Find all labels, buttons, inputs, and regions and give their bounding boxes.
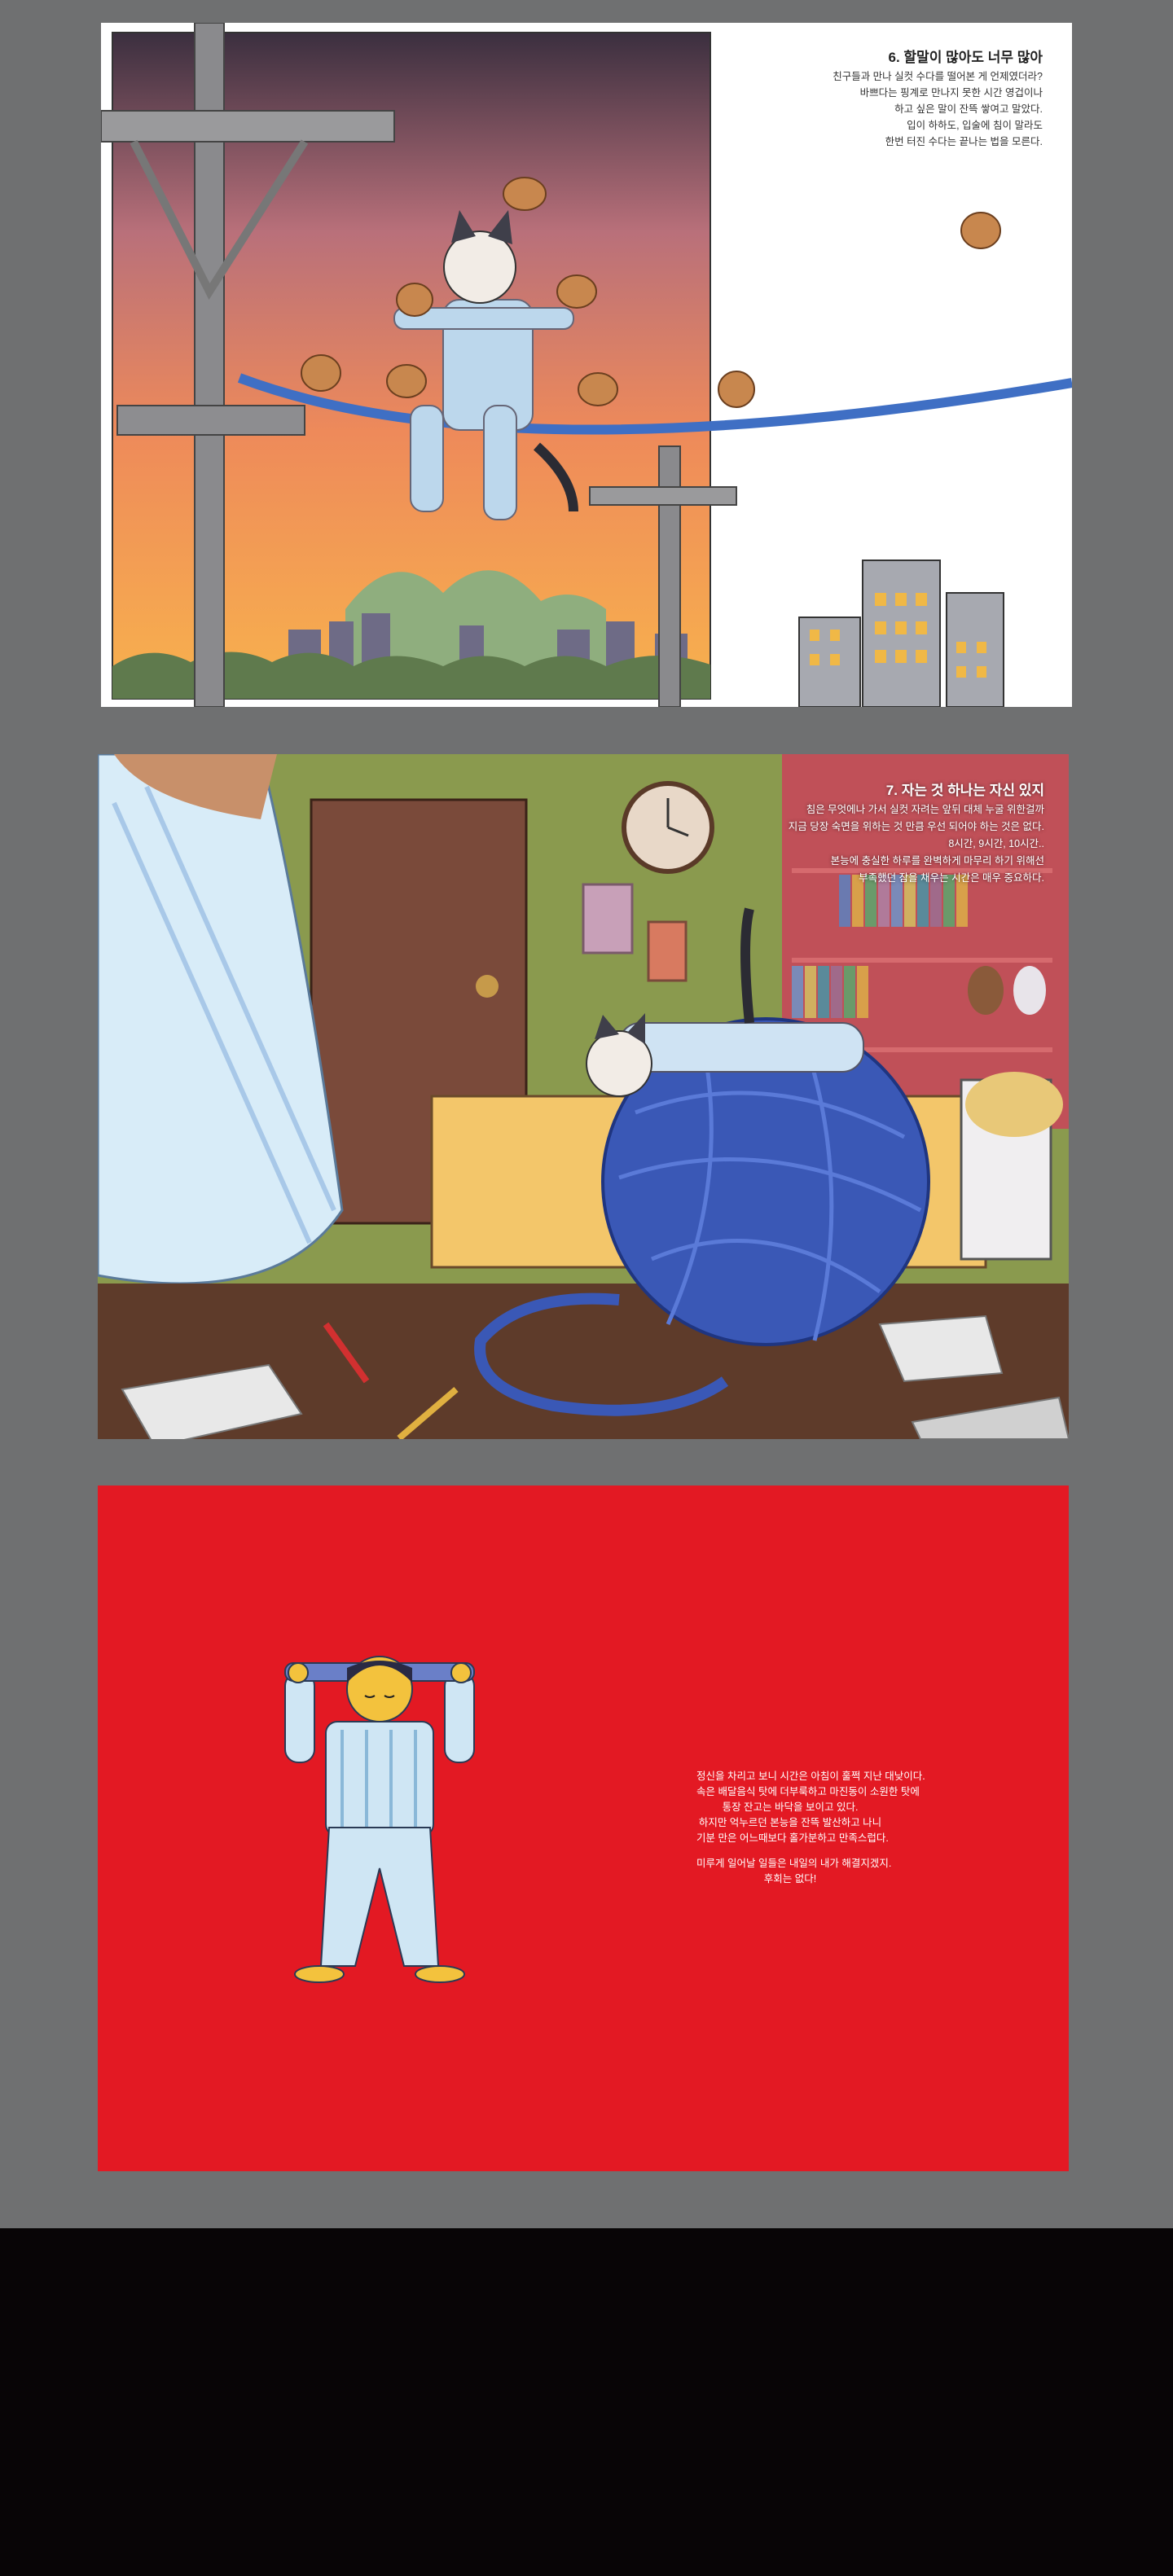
body-line: 부족했던 잠을 채우는 시간은 매우 중요하다. bbox=[859, 872, 1044, 884]
building-characters bbox=[798, 560, 1004, 707]
illustration-page-6: 6. 할말이 많아도 너무 많아 친구들과 만나 실컷 수다를 떨어본 게 언제… bbox=[101, 23, 1072, 707]
body-line: 미루게 일어날 일들은 내일의 내가 해결지겠지. bbox=[696, 1858, 892, 1869]
body-line: 본능에 충실한 하루를 완벽하게 마무리 하기 위해선 bbox=[830, 855, 1044, 867]
body-line: 바쁘다는 핑계로 만나지 못한 시간 영겁이나 bbox=[859, 87, 1043, 99]
page-body-text: 친구들과 만나 실컷 수다를 떨어본 게 언제였더라? 바쁘다는 핑계로 만나지… bbox=[833, 68, 1043, 150]
body-line: 한번 터진 수다는 끝나는 법을 모른다. bbox=[885, 136, 1043, 147]
page-body-text: 침은 무엇에나 가서 실컷 자려는 앞뒤 대체 누굴 위한걸까 지금 당장 숙면… bbox=[789, 801, 1044, 887]
body-line: 입이 하하도, 입술에 침이 말라도 bbox=[907, 120, 1043, 131]
black-footer-band bbox=[0, 2228, 1173, 2576]
page-title: 7. 자는 것 하나는 자신 있지 bbox=[885, 783, 1044, 798]
page-body-text: 정신을 차리고 보니 시간은 아침이 훌쩍 지난 대낮이다. 속은 배달음식 탓… bbox=[696, 1769, 925, 1887]
page-title: 6. 할말이 많아도 너무 많아 bbox=[888, 50, 1043, 65]
body-line: 지금 당장 숙면을 위하는 것 만큼 우선 되어야 하는 것은 없다. bbox=[788, 821, 1044, 832]
body-line: 친구들과 만나 실컷 수다를 떨어본 게 언제였더라? bbox=[833, 71, 1043, 82]
body-line: 하지만 억누르던 본능을 잔뜩 발산하고 나니 bbox=[698, 1817, 882, 1828]
body-line: 침은 무엇에나 가서 실컷 자려는 앞뒤 대체 누굴 위한걸까 bbox=[806, 804, 1044, 815]
stretching-person-illustration bbox=[284, 1656, 475, 1983]
illustration-page-8: 정신을 차리고 보니 시간은 아침이 훌쩍 지난 대낮이다. 속은 배달음식 탓… bbox=[98, 1485, 1069, 2171]
illustration-page-7: 7. 자는 것 하나는 자신 있지 침은 무엇에나 가서 실컷 자려는 앞뒤 대… bbox=[98, 754, 1069, 1439]
body-line: 8시간, 9시간, 10시간.. bbox=[948, 838, 1044, 849]
body-line: 후회는 없다! bbox=[763, 1873, 817, 1885]
body-line: 속은 배달음식 탓에 더부룩하고 마진동이 소원한 탓에 bbox=[696, 1786, 920, 1797]
body-line: 정신을 차리고 보니 시간은 아침이 훌쩍 지난 대낮이다. bbox=[696, 1771, 925, 1782]
body-line: 기분 만은 어느때보다 홀가분하고 만족스럽다. bbox=[696, 1832, 889, 1844]
body-line: 하고 싶은 말이 잔뜩 쌓여고 말았다. bbox=[894, 103, 1043, 115]
body-line: 통장 잔고는 바닥을 보이고 있다. bbox=[722, 1801, 859, 1813]
